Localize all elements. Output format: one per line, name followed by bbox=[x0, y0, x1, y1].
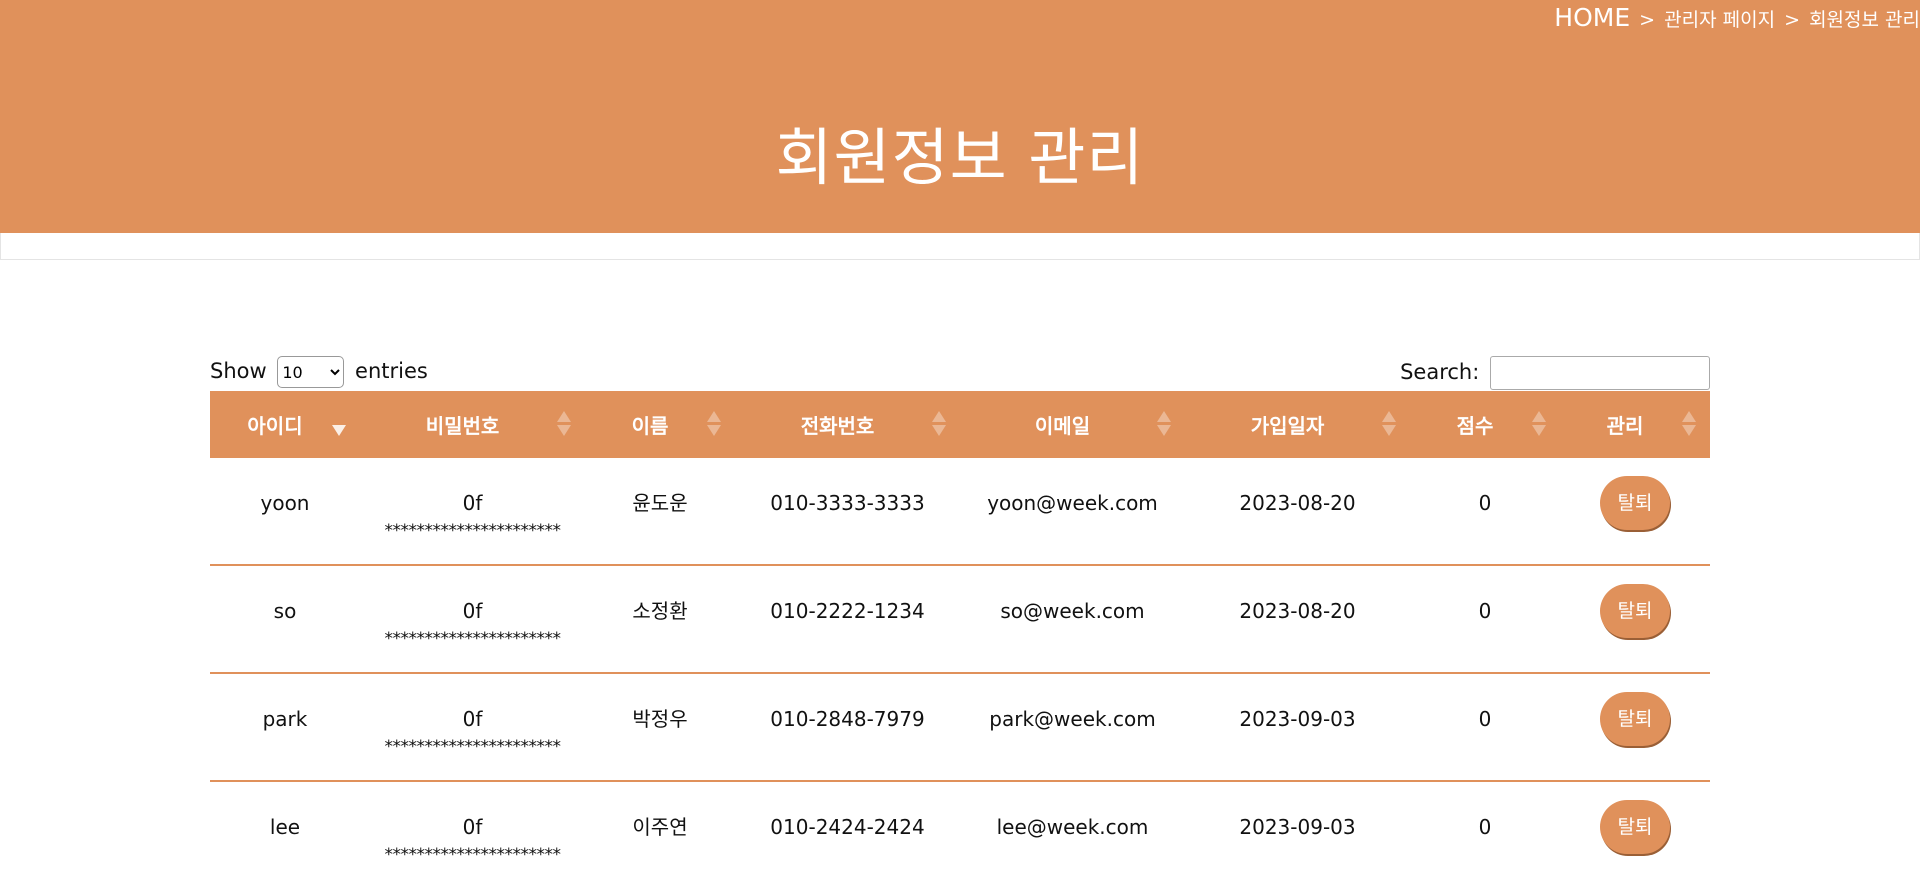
column-header-password[interactable]: 비밀번호 bbox=[360, 391, 585, 458]
cell-password-masked: ********************** bbox=[384, 737, 562, 757]
column-header-joined[interactable]: 가입일자 bbox=[1185, 391, 1410, 458]
table-header-row: 아이디 비밀번호 이름 전화번호 이메일 가입일자 점수 관리 bbox=[210, 391, 1710, 458]
cell-password: 0f bbox=[462, 815, 483, 839]
sort-icon bbox=[332, 411, 346, 437]
cell-joined: 2023-09-03 bbox=[1239, 815, 1356, 839]
table-row: yoon 0f ********************** 윤도운 010-33… bbox=[210, 458, 1710, 565]
entries-select[interactable]: 10 bbox=[277, 356, 345, 388]
breadcrumb-current: 회원정보 관리 bbox=[1809, 9, 1920, 31]
table-row: so 0f ********************** 소정환 010-2222… bbox=[210, 564, 1710, 673]
cell-password: 0f bbox=[462, 599, 483, 623]
column-header-label: 아이디 bbox=[247, 414, 303, 438]
column-header-manage[interactable]: 관리 bbox=[1560, 391, 1710, 458]
cell-joined: 2023-08-20 bbox=[1239, 599, 1356, 623]
cell-name: 박정우 bbox=[632, 707, 688, 731]
cell-score: 0 bbox=[1478, 491, 1492, 515]
column-header-label: 전화번호 bbox=[800, 414, 875, 438]
cell-joined: 2023-09-03 bbox=[1239, 707, 1356, 731]
sort-icon bbox=[1382, 411, 1396, 437]
column-header-label: 이메일 bbox=[1034, 414, 1091, 438]
cell-score: 0 bbox=[1478, 707, 1492, 731]
cell-password-masked: ********************** bbox=[384, 629, 562, 649]
cell-joined: 2023-08-20 bbox=[1239, 491, 1356, 515]
column-header-score[interactable]: 점수 bbox=[1410, 391, 1560, 458]
column-header-label: 점수 bbox=[1456, 414, 1494, 438]
header-divider bbox=[0, 233, 1920, 260]
column-header-label: 이름 bbox=[631, 414, 669, 438]
column-header-label: 가입일자 bbox=[1250, 414, 1325, 438]
cell-password: 0f bbox=[462, 707, 483, 731]
cell-score: 0 bbox=[1478, 599, 1492, 623]
length-suffix: entries bbox=[355, 359, 428, 383]
column-header-email[interactable]: 이메일 bbox=[960, 391, 1185, 458]
cell-id: yoon bbox=[260, 491, 310, 515]
cell-password: 0f bbox=[462, 491, 483, 515]
cell-name: 소정환 bbox=[632, 599, 688, 623]
search-filter: Search: bbox=[1400, 356, 1710, 390]
cell-email: park@week.com bbox=[989, 707, 1156, 731]
breadcrumb-separator: > bbox=[1639, 9, 1656, 31]
table-row: lee 0f ********************** 이주연 010-242… bbox=[210, 780, 1710, 888]
sort-icon bbox=[1157, 411, 1171, 437]
cell-name: 윤도운 bbox=[632, 491, 688, 515]
column-header-id[interactable]: 아이디 bbox=[210, 391, 360, 458]
cell-id: lee bbox=[269, 815, 301, 839]
search-label: Search: bbox=[1400, 360, 1480, 384]
cell-phone: 010-2848-7979 bbox=[770, 707, 925, 731]
table-controls: Show 10 entries Search: bbox=[210, 356, 1710, 390]
column-header-label: 관리 bbox=[1606, 414, 1644, 438]
breadcrumb-home-link[interactable]: HOME bbox=[1554, 3, 1630, 32]
withdraw-button[interactable]: 탈퇴 bbox=[1600, 692, 1670, 746]
sort-icon bbox=[557, 411, 571, 437]
column-header-phone[interactable]: 전화번호 bbox=[735, 391, 960, 458]
column-header-name[interactable]: 이름 bbox=[585, 391, 735, 458]
withdraw-button[interactable]: 탈퇴 bbox=[1600, 476, 1670, 530]
sort-icon bbox=[707, 411, 721, 437]
search-input[interactable] bbox=[1490, 356, 1710, 390]
cell-password-masked: ********************** bbox=[384, 521, 562, 541]
sort-icon bbox=[1682, 411, 1696, 437]
cell-score: 0 bbox=[1478, 815, 1492, 839]
cell-id: so bbox=[273, 599, 297, 623]
cell-email: yoon@week.com bbox=[987, 491, 1158, 515]
withdraw-button[interactable]: 탈퇴 bbox=[1600, 800, 1670, 854]
length-prefix: Show bbox=[210, 359, 267, 383]
withdraw-button[interactable]: 탈퇴 bbox=[1600, 584, 1670, 638]
cell-email: so@week.com bbox=[1000, 599, 1145, 623]
cell-password-masked: ********************** bbox=[384, 845, 562, 865]
sort-icon bbox=[932, 411, 946, 437]
cell-phone: 010-3333-3333 bbox=[770, 491, 925, 515]
table-row: park 0f ********************** 박정우 010-28… bbox=[210, 672, 1710, 781]
sort-icon bbox=[1532, 411, 1546, 437]
breadcrumb-admin-link[interactable]: 관리자 페이지 bbox=[1664, 9, 1775, 31]
page-header: HOME > 관리자 페이지 > 회원정보 관리 회원정보 관리 bbox=[0, 0, 1920, 233]
column-header-label: 비밀번호 bbox=[425, 414, 500, 438]
breadcrumb-separator: > bbox=[1784, 9, 1801, 31]
cell-name: 이주연 bbox=[632, 815, 688, 839]
breadcrumb: HOME > 관리자 페이지 > 회원정보 관리 bbox=[1554, 2, 1920, 36]
cell-id: park bbox=[262, 707, 308, 731]
members-table: 아이디 비밀번호 이름 전화번호 이메일 가입일자 점수 관리 yoon 0f *… bbox=[210, 391, 1710, 888]
page-title: 회원정보 관리 bbox=[775, 121, 1145, 194]
cell-phone: 010-2424-2424 bbox=[770, 815, 925, 839]
entries-length-control: Show 10 entries bbox=[210, 356, 428, 388]
cell-email: lee@week.com bbox=[996, 815, 1149, 839]
cell-phone: 010-2222-1234 bbox=[770, 599, 925, 623]
